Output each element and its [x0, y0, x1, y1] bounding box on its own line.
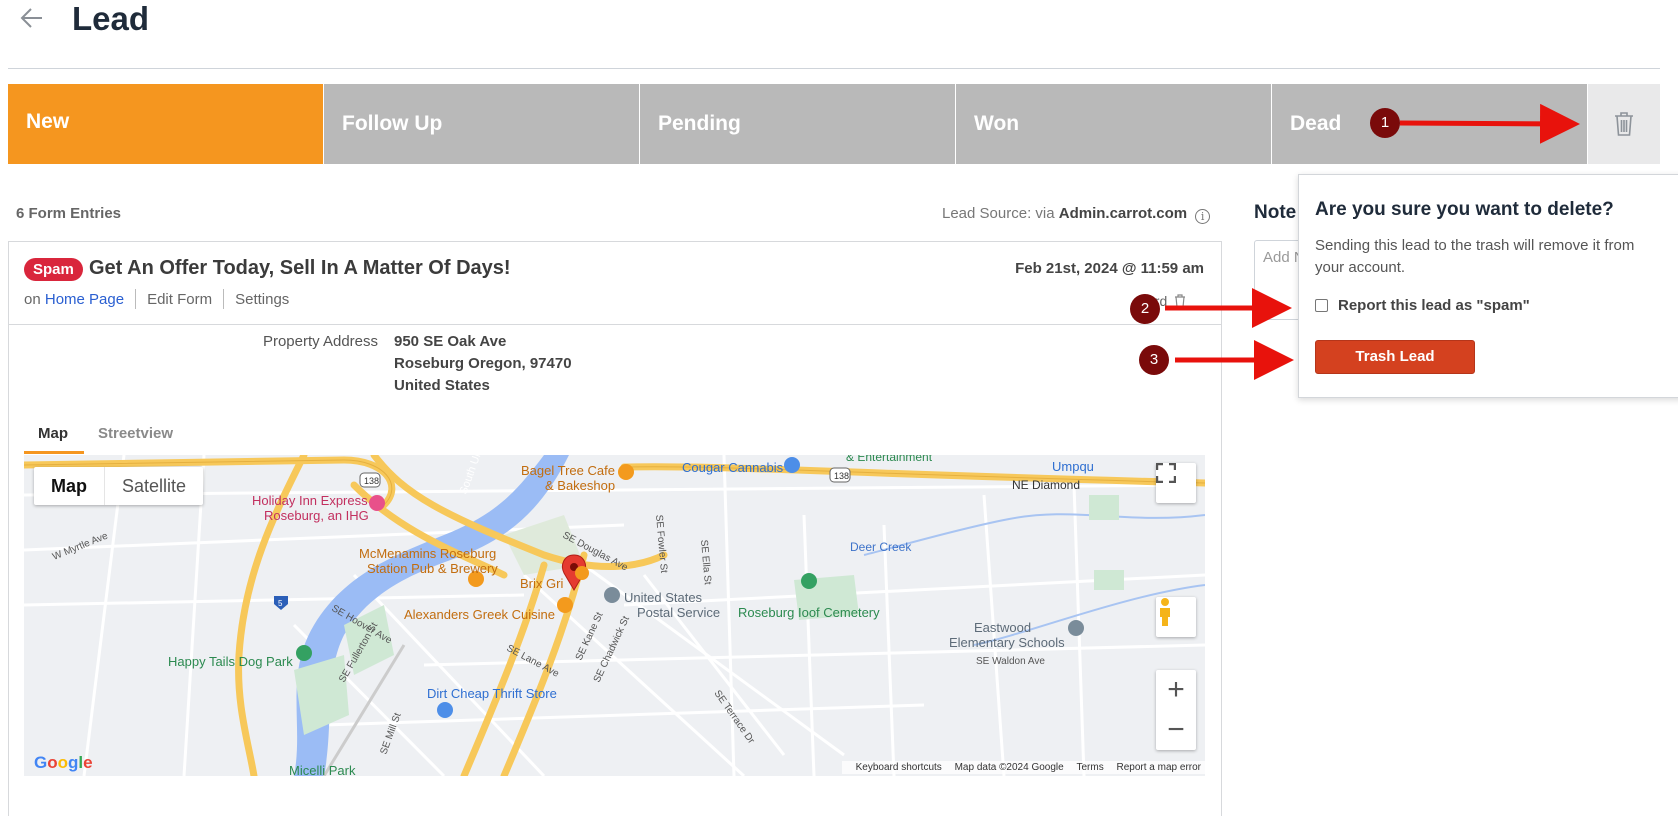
stage-won[interactable]: Won: [956, 84, 1272, 164]
lead-source: Lead Source: via Admin.carrot.com i: [942, 205, 1211, 224]
fullscreen-button[interactable]: [1156, 463, 1196, 503]
header-divider: [8, 68, 1660, 69]
trash-icon: [1175, 294, 1186, 308]
map-label: 5: [278, 599, 283, 608]
map-label: Holiday Inn Express: [252, 493, 368, 508]
address-line-2: Roseburg Oregon, 97470: [394, 355, 572, 372]
address-line-3: United States: [394, 377, 490, 394]
map-label: Elementary Schools: [949, 635, 1065, 650]
map-label: Deer Creek: [850, 540, 912, 554]
stage-new[interactable]: New: [8, 84, 324, 164]
map-label: & Bakeshop: [545, 478, 615, 493]
fullscreen-icon: [1156, 463, 1176, 483]
stage-pending[interactable]: Pending: [640, 84, 956, 164]
zoom-in-button[interactable]: +: [1156, 670, 1196, 710]
pegman-button[interactable]: [1156, 597, 1196, 637]
map-label: Brix Gri: [520, 576, 563, 591]
map-label: McMenamins Roseburg: [359, 546, 496, 561]
property-address-label: Property Address: [262, 333, 378, 350]
terms-link[interactable]: Terms: [1077, 762, 1104, 773]
home-page-link[interactable]: Home Page: [45, 291, 124, 308]
back-arrow-icon[interactable]: [18, 4, 46, 32]
map-label: United States: [624, 590, 703, 605]
link-separator: [223, 289, 225, 309]
popover-title: Are you sure you want to delete?: [1315, 199, 1614, 220]
map-label: Postal Service: [637, 605, 720, 620]
google-logo: Google: [34, 753, 93, 772]
annotation-marker-2: 2: [1130, 294, 1160, 324]
notes-title: Note: [1254, 202, 1297, 223]
stage-follow-up[interactable]: Follow Up: [324, 84, 640, 164]
map-label: Roseburg Ioof Cemetery: [738, 605, 880, 620]
map-label: Alexanders Greek Cuisine: [404, 607, 555, 622]
stage-trash-button[interactable]: [1588, 84, 1660, 164]
stage-dead[interactable]: Dead: [1272, 84, 1588, 164]
tab-streetview[interactable]: Streetview: [98, 425, 173, 442]
tab-active-indicator: [24, 451, 84, 454]
trash-lead-button[interactable]: Trash Lead: [1315, 340, 1475, 374]
map-type-map-button[interactable]: Map: [34, 467, 105, 505]
map-label: Cougar Cannabis: [682, 460, 784, 475]
report-spam-checkbox[interactable]: [1315, 299, 1328, 312]
map-label: Bagel Tree Cafe: [521, 463, 615, 478]
delete-confirmation-popover: Are you sure you want to delete? Sending…: [1298, 174, 1678, 398]
map-label: Umpqu: [1052, 459, 1094, 474]
stage-bar: New Follow Up Pending Won Dead: [8, 84, 1660, 164]
map-label: Roseburg, an IHG: [264, 508, 369, 523]
map-label: Micelli Park: [289, 763, 356, 776]
popover-message: Sending this lead to the trash will remo…: [1315, 237, 1635, 276]
lead-source-prefix: Lead Source: via: [942, 205, 1055, 222]
report-map-error-link[interactable]: Report a map error: [1117, 762, 1201, 773]
map-type-satellite-button[interactable]: Satellite: [105, 467, 203, 505]
address-line-1: 950 SE Oak Ave: [394, 333, 507, 350]
form-entries-count: 6 Form Entries: [16, 205, 122, 222]
edit-form-link[interactable]: Edit Form: [147, 291, 212, 308]
annotation-marker-1: 1: [1370, 108, 1400, 138]
link-separator: [135, 289, 137, 309]
keyboard-shortcuts-link[interactable]: Keyboard shortcuts: [856, 762, 942, 773]
map-label: Happy Tails Dog Park: [168, 654, 293, 669]
report-spam-label[interactable]: Report this lead as "spam": [1338, 297, 1530, 314]
report-spam-row[interactable]: Report this lead as "spam": [1315, 297, 1530, 314]
lead-source-value: Admin.carrot.com: [1058, 205, 1188, 222]
map-label: Dirt Cheap Thrift Store: [427, 686, 557, 701]
page-title: Lead: [72, 0, 150, 37]
map-label: SE Waldon Ave: [976, 656, 1045, 667]
zoom-out-button[interactable]: −: [1156, 710, 1196, 750]
map-label: 138: [364, 476, 379, 486]
map-footer: Keyboard shortcuts Map data ©2024 Google…: [841, 761, 1205, 774]
map-label: Eastwood: [974, 620, 1031, 635]
entry-title: Get An Offer Today, Sell In A Matter Of …: [89, 257, 511, 279]
annotation-marker-3: 3: [1139, 345, 1169, 375]
card-divider: [9, 324, 1221, 325]
entry-date: Feb 21st, 2024 @ 11:59 am: [1015, 260, 1204, 277]
map-label: Station Pub & Brewery: [367, 561, 498, 576]
on-label: on: [24, 290, 41, 308]
entry-links: on Home Page Edit Form Settings: [24, 289, 289, 309]
zoom-controls: + −: [1156, 670, 1196, 750]
info-icon[interactable]: i: [1195, 209, 1211, 224]
map-label: & Entertainment: [846, 455, 933, 464]
map-view[interactable]: Bagel Tree Cafe & Bakeshop Cougar Cannab…: [24, 455, 1205, 776]
pegman-icon: [1160, 598, 1170, 626]
spam-badge: Spam: [24, 258, 83, 281]
map-data-text: Map data ©2024 Google: [954, 762, 1064, 773]
trash-icon: [1615, 112, 1633, 136]
map-type-toggle: Map Satellite: [34, 467, 204, 505]
settings-link[interactable]: Settings: [235, 291, 289, 308]
map-label: NE Diamond: [1012, 478, 1080, 492]
map-label: 138: [834, 471, 849, 481]
tab-map[interactable]: Map: [38, 425, 68, 442]
